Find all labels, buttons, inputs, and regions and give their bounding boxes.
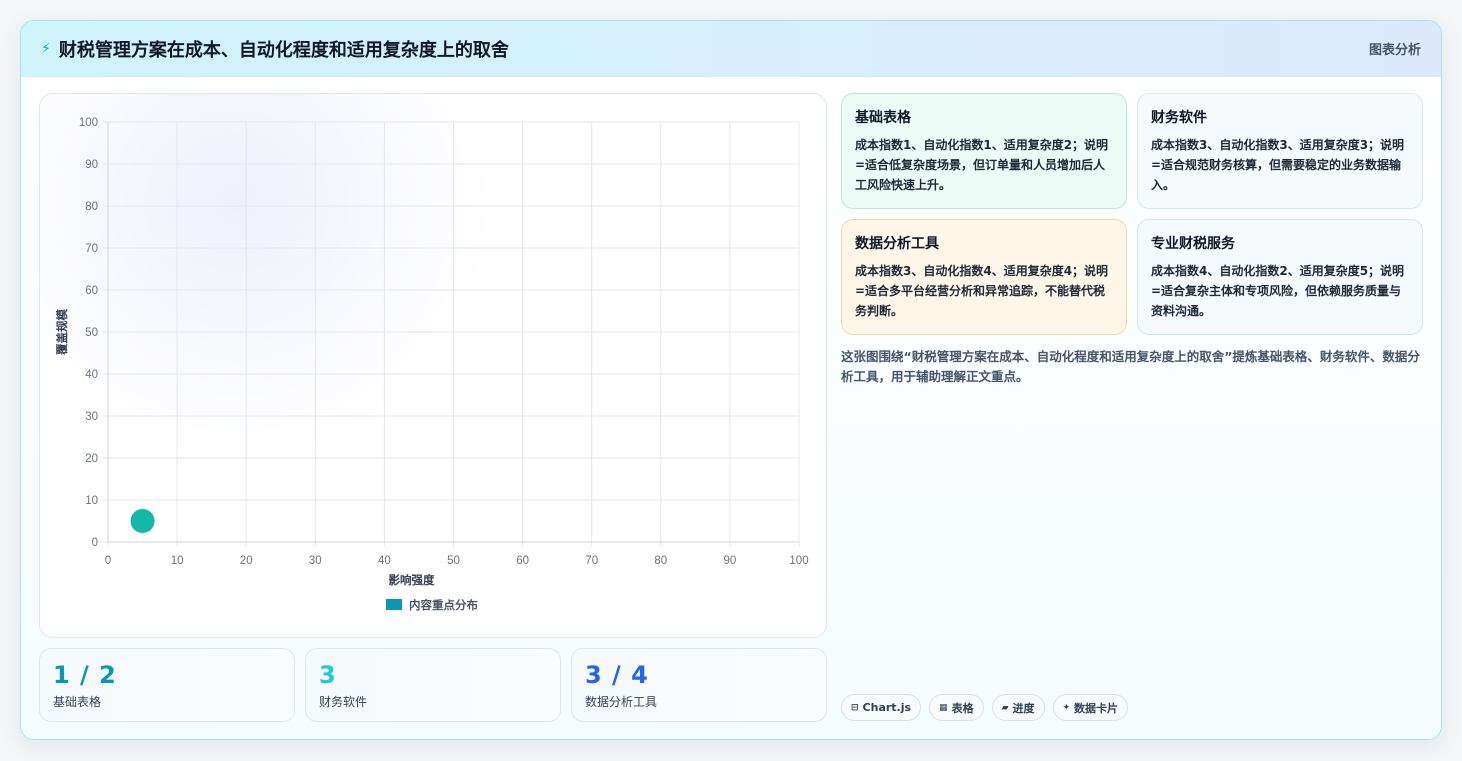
- info-card-professional-service: 专业财税服务 成本指数4、自动化指数2、适用复杂度5；说明=适合复杂主体和专项风…: [1137, 219, 1423, 335]
- tag-label: 表格: [951, 701, 974, 715]
- stat-label: 数据分析工具: [585, 695, 658, 709]
- tag-label: 数据卡片: [1074, 701, 1119, 715]
- info-card-finance-software: 财务软件 成本指数3、自动化指数3、适用复杂度3；说明=适合规范财务核算，但需要…: [1137, 93, 1423, 209]
- x-axis-label: 影响强度: [389, 573, 435, 587]
- x-tick-label: 60: [516, 555, 529, 567]
- header-tag: 图表分析: [1368, 43, 1421, 58]
- x-tick-label: 0: [105, 555, 111, 567]
- stat-label: 财务软件: [319, 695, 368, 709]
- tag-chartjs[interactable]: ⊟ Chart.js: [841, 694, 922, 721]
- y-tick-label: 20: [85, 453, 98, 465]
- x-tick-label: 80: [654, 555, 667, 567]
- scatter-chart: 0 10 20 30 40 50 60 70 80 90 100 0 10 20 30 40 50 60 70 80 9…: [55, 117, 809, 612]
- info-card-title: 专业财税服务: [1151, 236, 1235, 252]
- x-tick-label: 70: [585, 555, 598, 567]
- y-tick-label: 30: [85, 411, 98, 423]
- y-tick-label: 10: [85, 495, 98, 507]
- data-point: [130, 509, 155, 533]
- tag-table[interactable]: ▦ 表格: [929, 694, 984, 721]
- y-tick-label: 40: [85, 369, 98, 381]
- summary-text: 这张图围绕“财税管理方案在成本、自动化程度和适用复杂度上的取舍”提炼基础表格、财…: [841, 349, 1420, 384]
- tag-progress[interactable]: ▰ 进度: [991, 694, 1045, 721]
- info-card-text: 成本指数4、自动化指数2、适用复杂度5；说明=适合复杂主体和专项风险，但依赖服务…: [1151, 264, 1405, 318]
- lightning-icon: ⚡: [41, 40, 51, 57]
- y-tick-label: 80: [85, 201, 98, 213]
- title-wrap: ⚡ 财税管理方案在成本、自动化程度和适用复杂度上的取舍: [41, 36, 509, 62]
- legend-label: 内容重点分布: [409, 598, 478, 612]
- y-tick-label: 60: [85, 285, 98, 297]
- table-icon: ▦: [939, 702, 948, 713]
- info-card-title: 基础表格: [855, 110, 911, 126]
- x-tick-label: 10: [171, 555, 184, 567]
- y-tick-label: 100: [79, 117, 98, 129]
- stat-value: 3: [319, 661, 337, 689]
- info-card-text: 成本指数1、自动化指数1、适用复杂度2；说明=适合低复杂度场景，但订单量和人员增…: [855, 138, 1109, 192]
- progress-icon: ▰: [1001, 702, 1009, 713]
- y-tick-label: 0: [92, 537, 98, 549]
- card-header: ⚡ 财税管理方案在成本、自动化程度和适用复杂度上的取舍 图表分析: [21, 21, 1441, 77]
- x-tick-label: 30: [309, 555, 322, 567]
- content-area: 0 10 20 30 40 50 60 70 80 90 100 0 10 20 30 40 50 60 70 80 9…: [21, 77, 1441, 739]
- x-tick-label: 90: [724, 555, 737, 567]
- stat-value: 3 / 4: [585, 661, 649, 689]
- stat-card-software: 3 财务软件: [305, 648, 561, 722]
- y-tick-label: 50: [85, 327, 98, 339]
- chart-panel: 0 10 20 30 40 50 60 70 80 90 100 0 10 20 30 40 50 60 70 80 9…: [39, 93, 827, 638]
- x-tick-label: 20: [240, 555, 253, 567]
- tag-label: 进度: [1012, 701, 1035, 715]
- stat-card-analysis: 3 / 4 数据分析工具: [571, 648, 827, 722]
- y-tick-label: 70: [85, 243, 98, 255]
- main-card: ⚡ 财税管理方案在成本、自动化程度和适用复杂度上的取舍 图表分析 0 10 20 30…: [20, 20, 1442, 740]
- info-card-data-analysis: 数据分析工具 成本指数3、自动化指数4、适用复杂度4；说明=适合多平台经营分析和…: [841, 219, 1127, 335]
- tag-list: ⊟ Chart.js ▦ 表格 ▰ 进度 ✦ 数据卡片: [841, 694, 1129, 721]
- y-axis-label: 覆盖规模: [55, 309, 69, 355]
- x-tick-label: 100: [789, 555, 808, 567]
- tag-data-card[interactable]: ✦ 数据卡片: [1052, 694, 1129, 721]
- legend-swatch: [386, 599, 402, 610]
- info-card-text: 成本指数3、自动化指数4、适用复杂度4；说明=适合多平台经营分析和异常追踪，不能…: [855, 264, 1109, 318]
- info-card-title: 财务软件: [1151, 110, 1207, 126]
- info-card-text: 成本指数3、自动化指数3、适用复杂度3；说明=适合规范财务核算，但需要稳定的业务…: [1151, 138, 1405, 192]
- sparkle-icon: ✦: [1062, 702, 1071, 713]
- y-tick-label: 90: [85, 159, 98, 171]
- info-card-basic-spreadsheet: 基础表格 成本指数1、自动化指数1、适用复杂度2；说明=适合低复杂度场景，但订单…: [841, 93, 1127, 209]
- chart-icon: ⊟: [851, 702, 859, 713]
- x-tick-label: 40: [378, 555, 391, 567]
- stat-card-basic: 1 / 2 基础表格: [39, 648, 295, 722]
- stat-value: 1 / 2: [53, 661, 117, 689]
- x-tick-label: 50: [447, 555, 460, 567]
- info-card-title: 数据分析工具: [855, 236, 939, 252]
- stat-label: 基础表格: [53, 695, 102, 709]
- tag-label: Chart.js: [862, 701, 912, 714]
- page-title: 财税管理方案在成本、自动化程度和适用复杂度上的取舍: [58, 39, 509, 61]
